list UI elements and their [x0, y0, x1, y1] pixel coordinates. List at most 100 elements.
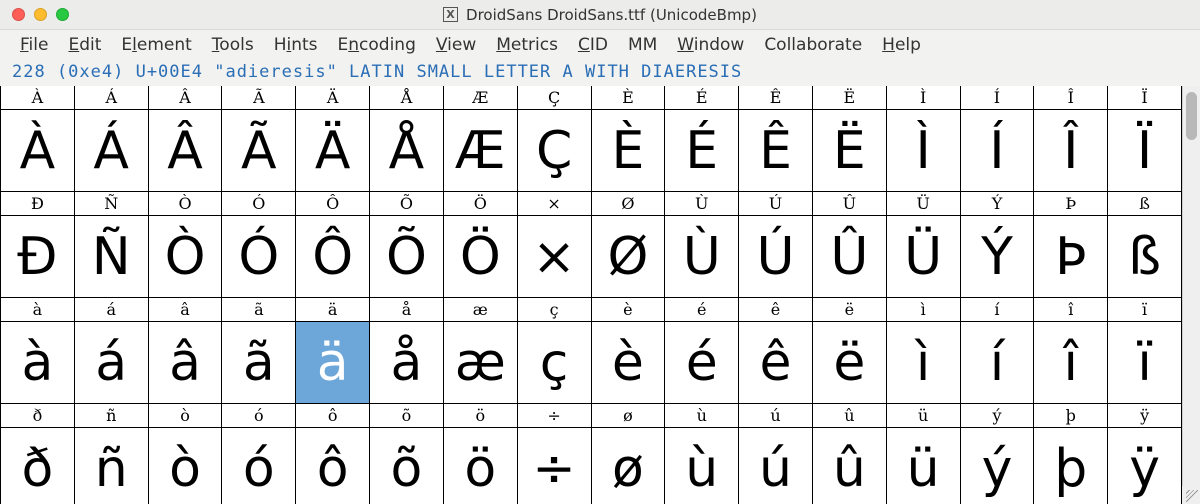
menu-cid[interactable]: CID [568, 32, 618, 58]
menu-window[interactable]: Window [667, 32, 754, 58]
glyph-cell[interactable]: Î [1034, 110, 1108, 192]
glyph-cell[interactable]: Ê [739, 110, 813, 192]
glyph-header: ê [739, 298, 813, 322]
glyph-cell[interactable]: Á [75, 110, 149, 192]
minimize-window-button[interactable] [34, 8, 47, 21]
glyph-cell[interactable]: × [518, 216, 592, 298]
glyph-cell[interactable]: ß [1108, 216, 1182, 298]
menu-metrics[interactable]: Metrics [486, 32, 568, 58]
glyph-cell[interactable]: Ó [222, 216, 296, 298]
glyph-header: ë [813, 298, 887, 322]
glyph-cell[interactable]: î [1034, 322, 1108, 404]
glyph-header: Ë [813, 86, 887, 110]
glyph-cell[interactable]: í [961, 322, 1035, 404]
glyph-cell[interactable]: Ò [149, 216, 223, 298]
menu-help[interactable]: Help [872, 32, 931, 58]
glyph-cell[interactable]: ë [813, 322, 887, 404]
glyph-cell[interactable]: è [592, 322, 666, 404]
menu-collaborate[interactable]: Collaborate [754, 32, 872, 58]
glyph-cell[interactable]: à [1, 322, 75, 404]
glyph-header: õ [370, 404, 444, 428]
glyph-cell[interactable]: À [1, 110, 75, 192]
glyph-cell[interactable]: Ô [296, 216, 370, 298]
glyph-cell[interactable]: Ë [813, 110, 887, 192]
glyph-cell[interactable]: ó [222, 428, 296, 504]
glyph-cell[interactable]: ì [887, 322, 961, 404]
glyph-cell[interactable]: Ö [444, 216, 518, 298]
glyph-cell[interactable]: Ð [1, 216, 75, 298]
glyph-cell[interactable]: ý [961, 428, 1035, 504]
glyph-cell[interactable]: È [592, 110, 666, 192]
glyph-cell[interactable]: ú [739, 428, 813, 504]
glyph-cell[interactable]: á [75, 322, 149, 404]
glyph-cell[interactable]: õ [370, 428, 444, 504]
glyph-cell[interactable]: Õ [370, 216, 444, 298]
glyph-cell[interactable]: ç [518, 322, 592, 404]
glyph-header: Î [1034, 86, 1108, 110]
menu-encoding[interactable]: Encoding [328, 32, 426, 58]
glyph-header: ú [739, 404, 813, 428]
glyph-cell[interactable]: ü [887, 428, 961, 504]
glyph-cell[interactable]: Ø [592, 216, 666, 298]
glyph-header: Û [813, 192, 887, 216]
resize-grip-icon[interactable] [1182, 486, 1200, 504]
glyph-cell[interactable]: Þ [1034, 216, 1108, 298]
glyph-cell[interactable]: É [665, 110, 739, 192]
glyph-header: Ø [592, 192, 666, 216]
close-window-button[interactable] [12, 8, 25, 21]
glyph-cell[interactable]: Ä [296, 110, 370, 192]
menu-element[interactable]: Element [111, 32, 201, 58]
glyph-cell[interactable]: Ñ [75, 216, 149, 298]
glyph-header: ï [1108, 298, 1182, 322]
glyph-header: Ã [222, 86, 296, 110]
glyph-cell[interactable]: ê [739, 322, 813, 404]
glyph-cell[interactable]: ã [222, 322, 296, 404]
glyph-cell[interactable]: û [813, 428, 887, 504]
glyph-cell[interactable]: ò [149, 428, 223, 504]
glyph-cell[interactable]: Â [149, 110, 223, 192]
glyph-cell[interactable]: ù [665, 428, 739, 504]
zoom-window-button[interactable] [56, 8, 69, 21]
glyph-cell[interactable]: Ù [665, 216, 739, 298]
glyph-cell[interactable]: Û [813, 216, 887, 298]
glyph-cell[interactable]: Ú [739, 216, 813, 298]
glyph-cell[interactable]: ÷ [518, 428, 592, 504]
glyph-cell[interactable]: é [665, 322, 739, 404]
glyph-cell[interactable]: ñ [75, 428, 149, 504]
glyph-cell[interactable]: Ì [887, 110, 961, 192]
glyph-cell[interactable]: ð [1, 428, 75, 504]
glyph-cell[interactable]: â [149, 322, 223, 404]
vertical-scrollbar[interactable] [1182, 86, 1200, 504]
glyph-cell[interactable]: ô [296, 428, 370, 504]
glyph-cell[interactable]: Ç [518, 110, 592, 192]
menu-file[interactable]: File [10, 32, 58, 58]
glyph-cell[interactable]: Ã [222, 110, 296, 192]
glyph-header: Ê [739, 86, 813, 110]
menu-hints[interactable]: Hints [264, 32, 328, 58]
menu-edit[interactable]: Edit [58, 32, 111, 58]
glyph-cell[interactable]: Æ [444, 110, 518, 192]
glyph-cell[interactable]: Ü [887, 216, 961, 298]
glyph-cell[interactable]: å [370, 322, 444, 404]
glyph-cell[interactable]: ÿ [1108, 428, 1182, 504]
glyph-cell[interactable]: Å [370, 110, 444, 192]
menu-tools[interactable]: Tools [202, 32, 264, 58]
glyph-header: ü [887, 404, 961, 428]
glyph-cell[interactable]: Ï [1108, 110, 1182, 192]
window-title: DroidSans DroidSans.ttf (UnicodeBmp) [466, 6, 757, 24]
glyph-cell[interactable]: ø [592, 428, 666, 504]
glyph-cell[interactable]: Ý [961, 216, 1035, 298]
glyph-cell[interactable]: æ [444, 322, 518, 404]
glyph-header: é [665, 298, 739, 322]
scrollbar-thumb[interactable] [1186, 92, 1197, 140]
glyph-header: Â [149, 86, 223, 110]
glyph-status-line: 228 (0xe4) U+00E4 "adieresis" LATIN SMAL… [0, 60, 1200, 86]
glyph-header: Ç [518, 86, 592, 110]
glyph-cell[interactable]: ä [296, 322, 370, 404]
glyph-cell[interactable]: þ [1034, 428, 1108, 504]
menu-view[interactable]: View [426, 32, 486, 58]
glyph-cell[interactable]: ö [444, 428, 518, 504]
menu-mm[interactable]: MM [618, 32, 667, 58]
glyph-cell[interactable]: Í [961, 110, 1035, 192]
glyph-cell[interactable]: ï [1108, 322, 1182, 404]
